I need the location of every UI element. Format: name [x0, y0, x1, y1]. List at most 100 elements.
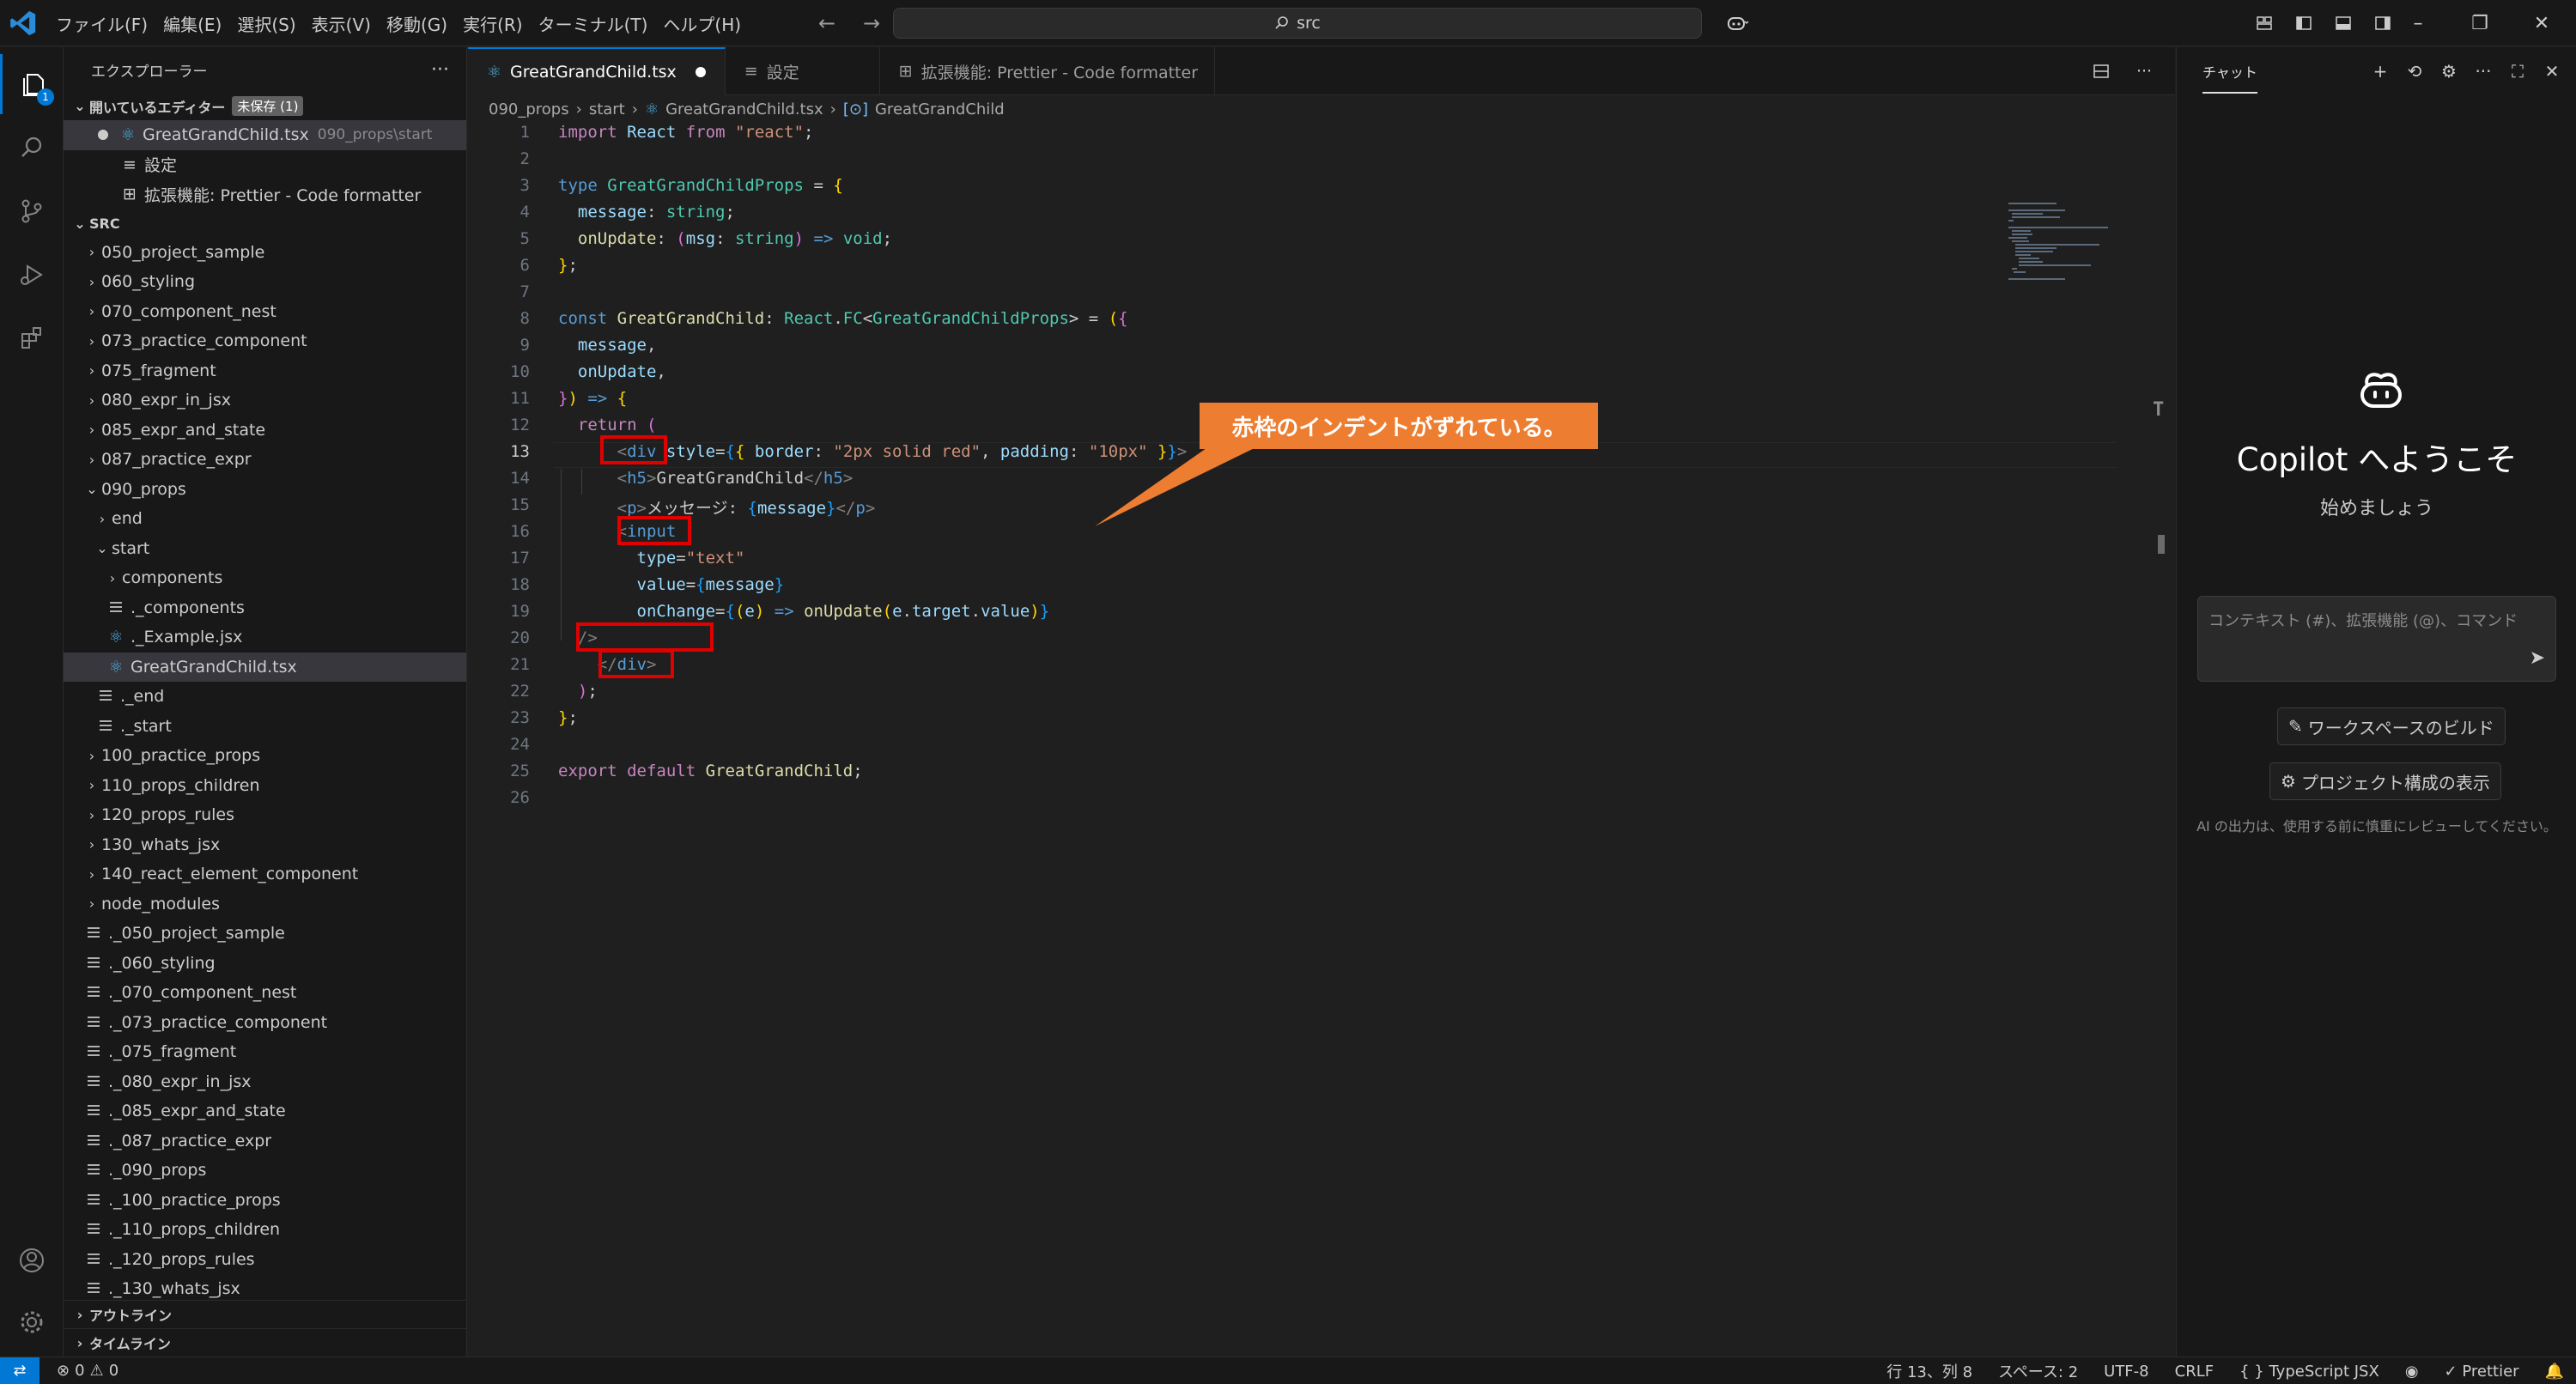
tree-file[interactable]: ._start [64, 712, 466, 742]
notifications-icon[interactable]: 🔔 [2545, 1363, 2564, 1381]
tree-file[interactable]: ._110_props_children [64, 1215, 466, 1245]
open-editor-greatgrandchild[interactable]: ⚛ GreatGrandChild.tsx 090_props\start [64, 120, 466, 150]
accounts-activity[interactable] [0, 1230, 64, 1290]
prettier-status[interactable]: ✓ Prettier [2445, 1363, 2519, 1381]
chat-tab[interactable]: チャット [2202, 49, 2257, 94]
end-of-line[interactable]: CRLF [2175, 1363, 2214, 1381]
unsaved-dot-icon[interactable] [695, 67, 706, 77]
breadcrumb-item[interactable]: GreatGrandChild [875, 100, 1005, 118]
extensions-activity[interactable] [0, 308, 64, 368]
problems-indicator[interactable]: ⊗ 0 ⚠ 0 [57, 1362, 118, 1380]
gear-icon[interactable]: ⚙ [2437, 59, 2461, 83]
tree-file[interactable]: ._100_practice_props [64, 1186, 466, 1216]
tree-folder-expanded[interactable]: ⌄ 090_props [64, 475, 466, 505]
open-editor-extension[interactable]: ⊞ 拡張機能: Prettier - Code formatter [64, 179, 466, 209]
close-window-icon[interactable]: ✕ [2511, 0, 2573, 46]
src-section[interactable]: ⌄ SRC [64, 209, 466, 238]
breadcrumb-item[interactable]: GreatGrandChild.tsx [665, 100, 823, 118]
code-editor[interactable]: 1 2 3 4 5 6 7 8 9 10 11 12 13 14 15 16 1… [468, 123, 2175, 1357]
forward-arrow-icon[interactable]: → [857, 9, 886, 38]
maximize-icon[interactable]: ⛶ [2506, 59, 2530, 83]
tree-folder[interactable]: › 110_props_children [64, 771, 466, 801]
tree-file[interactable]: ._050_project_sample [64, 919, 466, 949]
show-project-structure-button[interactable]: ⚙ プロジェクト構成の表示 [2269, 762, 2501, 800]
build-workspace-button[interactable]: ✎ ワークスペースのビルド [2277, 707, 2506, 745]
tab-settings[interactable]: ≡ 設定 [726, 47, 880, 95]
tree-file[interactable]: ._060_styling [64, 949, 466, 979]
unsaved-dot-icon[interactable] [98, 130, 108, 141]
tree-folder[interactable]: › 130_whats_jsx [64, 830, 466, 860]
menu-go[interactable]: 移動(G) [379, 11, 455, 36]
more-actions-icon[interactable]: ··· [2130, 58, 2158, 85]
run-debug-activity[interactable] [0, 245, 64, 305]
tree-folder[interactable]: › 087_practice_expr [64, 445, 466, 475]
restore-icon[interactable]: ❐ [2449, 0, 2511, 46]
tree-file[interactable]: ._080_expr_in_jsx [64, 1067, 466, 1097]
tree-file[interactable]: ._075_fragment [64, 1037, 466, 1067]
copilot-status-icon[interactable]: ◉ [2405, 1363, 2419, 1381]
breadcrumb-item[interactable]: start [589, 100, 625, 118]
tree-folder[interactable]: › components [64, 563, 466, 593]
toggle-panel-icon[interactable] [2329, 9, 2358, 38]
tree-folder[interactable]: › 140_react_element_component [64, 859, 466, 889]
toggle-primary-sidebar-icon[interactable] [2289, 9, 2318, 38]
tree-folder[interactable]: › 100_practice_props [64, 741, 466, 771]
chat-input[interactable]: コンテキスト (#)、拡張機能 (@)、コマンド ➤ [2197, 596, 2556, 682]
cursor-position[interactable]: 行 13、列 8 [1886, 1360, 1972, 1382]
explorer-more-actions[interactable]: ··· [431, 59, 449, 81]
tab-extension-prettier[interactable]: ⊞ 拡張機能: Prettier - Code formatter [880, 47, 1215, 95]
send-icon[interactable]: ➤ [2530, 647, 2545, 669]
explorer-activity[interactable]: 1 [0, 54, 64, 114]
customize-layout-icon[interactable] [2250, 9, 2279, 38]
tree-folder[interactable]: › 070_component_nest [64, 297, 466, 327]
command-center-search[interactable]: src [893, 8, 1702, 39]
open-editor-settings[interactable]: ≡ 設定 [64, 150, 466, 180]
menu-terminal[interactable]: ターミナル(T) [531, 11, 656, 36]
tree-folder[interactable]: › 050_project_sample [64, 238, 466, 268]
tree-folder[interactable]: › 075_fragment [64, 356, 466, 386]
tree-folder[interactable]: › 073_practice_component [64, 326, 466, 356]
breadcrumb-item[interactable]: 090_props [489, 100, 569, 118]
timeline-section[interactable]: › タイムライン [64, 1328, 466, 1357]
menu-edit[interactable]: 編集(E) [155, 11, 229, 36]
tree-folder[interactable]: › 060_styling [64, 267, 466, 297]
minimize-icon[interactable]: – [2387, 0, 2449, 46]
new-chat-icon[interactable]: + [2368, 59, 2392, 83]
menu-file[interactable]: ファイル(F) [48, 11, 155, 36]
close-icon[interactable]: ✕ [2540, 59, 2564, 83]
tree-file[interactable]: ⚛ ._Example.jsx [64, 622, 466, 653]
tab-greatgrandchild[interactable]: ⚛ GreatGrandChild.tsx [468, 47, 726, 95]
remote-indicator[interactable]: ⇄ [0, 1357, 39, 1384]
tree-file-active[interactable]: ⚛ GreatGrandChild.tsx [64, 652, 466, 682]
tree-folder[interactable]: › 120_props_rules [64, 800, 466, 830]
tree-folder[interactable]: › node_modules [64, 889, 466, 920]
split-editor-icon[interactable] [2087, 58, 2115, 85]
menu-help[interactable]: ヘルプ(H) [655, 11, 749, 36]
encoding[interactable]: UTF-8 [2104, 1363, 2148, 1381]
tree-file[interactable]: ._070_component_nest [64, 978, 466, 1008]
outline-section[interactable]: › アウトライン [64, 1300, 466, 1328]
language-mode[interactable]: { } TypeScript JSX [2239, 1363, 2379, 1381]
history-icon[interactable]: ⟲ [2403, 59, 2427, 83]
source-control-activity[interactable] [0, 181, 64, 241]
tree-folder[interactable]: › end [64, 504, 466, 534]
minimap[interactable] [2005, 198, 2160, 301]
tree-folder[interactable]: › 085_expr_and_state [64, 416, 466, 446]
tree-file[interactable]: ._components [64, 593, 466, 623]
search-activity[interactable] [0, 118, 64, 178]
tree-folder[interactable]: › 080_expr_in_jsx [64, 385, 466, 416]
copilot-menu-button[interactable] [1717, 10, 1759, 36]
menu-view[interactable]: 表示(V) [304, 11, 379, 36]
more-actions-icon[interactable]: ··· [2471, 59, 2495, 83]
tree-file[interactable]: ._120_props_rules [64, 1245, 466, 1275]
tree-folder-expanded[interactable]: ⌄ start [64, 534, 466, 564]
scrollbar-thumb[interactable] [2158, 535, 2165, 554]
tree-file[interactable]: ._090_props [64, 1156, 466, 1186]
menu-run[interactable]: 実行(R) [455, 11, 531, 36]
back-arrow-icon[interactable]: ← [812, 9, 841, 38]
tree-file[interactable]: ._087_practice_expr [64, 1126, 466, 1156]
tree-file[interactable]: ._end [64, 682, 466, 712]
tree-file[interactable]: ._073_practice_component [64, 1008, 466, 1038]
manage-activity[interactable] [0, 1292, 64, 1352]
tree-file[interactable]: ._085_expr_and_state [64, 1096, 466, 1126]
